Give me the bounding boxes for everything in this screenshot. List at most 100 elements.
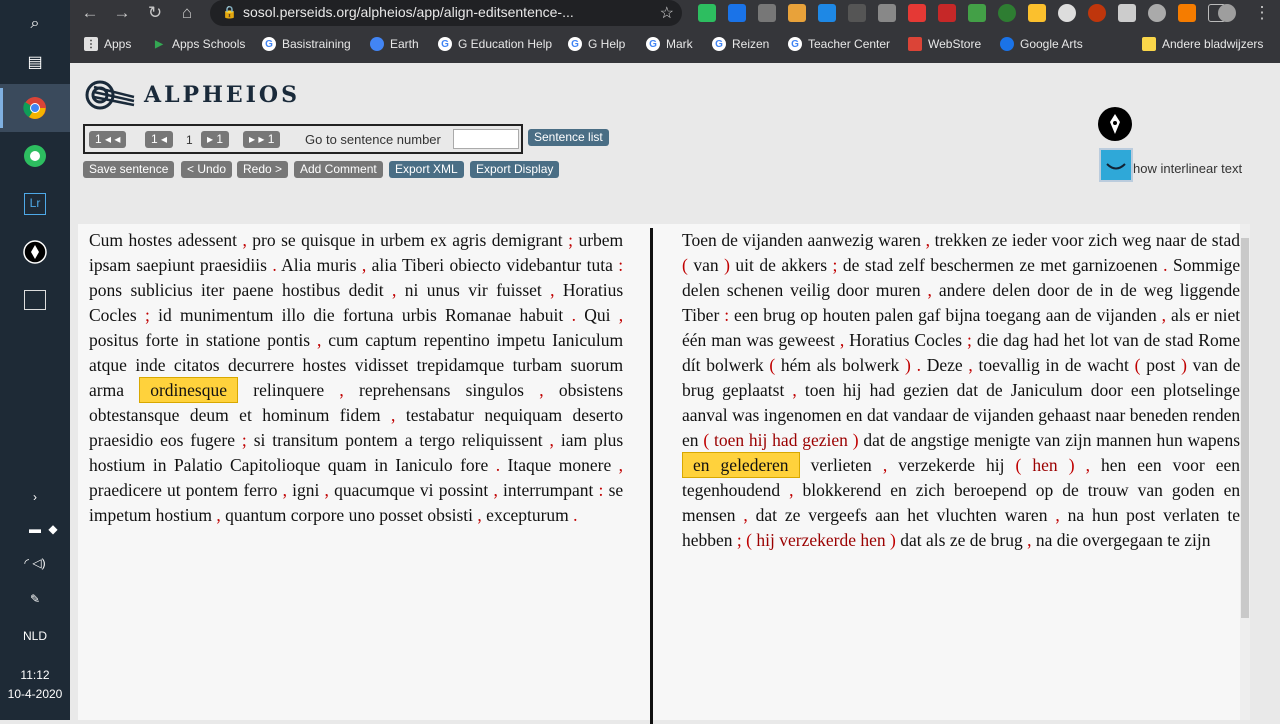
extension-icon[interactable]: [908, 4, 926, 22]
dutch-word[interactable]: waren: [1005, 505, 1048, 525]
dutch-word[interactable]: zich: [916, 480, 945, 500]
clock-time[interactable]: 11:12: [0, 668, 70, 682]
dutch-word[interactable]: stad: [1212, 230, 1240, 250]
latin-word[interactable]: Itaque: [508, 455, 552, 475]
latin-word[interactable]: ;: [242, 430, 247, 450]
dutch-word[interactable]: verlieten: [811, 455, 872, 475]
dutch-word[interactable]: ): [853, 430, 859, 450]
latin-word[interactable]: ,: [216, 505, 220, 525]
dutch-word[interactable]: .: [1163, 255, 1167, 275]
latin-word[interactable]: ,: [242, 230, 246, 250]
dutch-word[interactable]: hebben: [682, 530, 733, 550]
latin-word[interactable]: Ianiculum: [552, 330, 623, 350]
latin-word[interactable]: :: [599, 480, 604, 500]
dutch-word[interactable]: :: [724, 305, 729, 325]
clock-date[interactable]: 10-4-2020: [0, 687, 70, 701]
latin-word[interactable]: ,: [362, 255, 366, 275]
dutch-word[interactable]: na: [1036, 530, 1053, 550]
dutch-word[interactable]: Tiber: [682, 305, 719, 325]
dutch-word[interactable]: Cocles: [914, 330, 962, 350]
latin-word[interactable]: in: [361, 230, 375, 250]
latin-word[interactable]: reliquissent: [462, 430, 543, 450]
bookmark-teacher-center[interactable]: G Teacher Center: [788, 35, 890, 53]
dutch-word[interactable]: en: [846, 405, 863, 425]
dutch-word[interactable]: plotselinge: [1163, 380, 1240, 400]
dutch-word[interactable]: weg: [1144, 280, 1173, 300]
latin-word[interactable]: Horatius: [563, 280, 623, 300]
latin-word[interactable]: .: [272, 255, 276, 275]
latin-word[interactable]: ex: [430, 230, 447, 250]
bookmark-star-icon[interactable]: ☆: [660, 3, 674, 23]
dutch-word[interactable]: verzekerde: [779, 530, 856, 550]
dutch-word[interactable]: hém: [781, 355, 811, 375]
dutch-word[interactable]: mensen: [682, 505, 735, 525]
latin-word[interactable]: Alia: [281, 255, 311, 275]
redo-button[interactable]: Redo >: [237, 161, 289, 178]
latin-word[interactable]: et: [239, 405, 252, 425]
latin-word[interactable]: citatos: [174, 355, 220, 375]
prev-sentence-button[interactable]: 1 ◂: [145, 131, 174, 148]
bookmark-mark[interactable]: G Mark: [646, 35, 693, 53]
latin-word[interactable]: Palatio: [174, 455, 223, 475]
latin-word[interactable]: iam: [561, 430, 587, 450]
latin-word[interactable]: fortuna: [343, 305, 394, 325]
dutch-word[interactable]: hij: [756, 530, 774, 550]
dutch-word[interactable]: in: [1100, 280, 1114, 300]
dutch-word[interactable]: hij: [843, 380, 861, 400]
extension-icon[interactable]: [1178, 4, 1196, 22]
bookmark-reizen[interactable]: G Reizen: [712, 35, 769, 53]
dutch-word[interactable]: beroepend: [954, 480, 1027, 500]
latin-word[interactable]: captum: [365, 330, 417, 350]
latin-word[interactable]: hominum: [262, 405, 329, 425]
dutch-word[interactable]: en: [890, 480, 907, 500]
dutch-word[interactable]: er: [1195, 305, 1209, 325]
latin-word[interactable]: Cocles: [89, 305, 137, 325]
dutch-word[interactable]: voor: [1173, 455, 1205, 475]
latin-word[interactable]: praesidiis: [200, 255, 267, 275]
dutch-word[interactable]: bolwerk: [706, 355, 763, 375]
latin-word[interactable]: agris: [452, 230, 486, 250]
latin-word[interactable]: .: [572, 305, 576, 325]
latin-word[interactable]: videbantur: [506, 255, 581, 275]
scrollbar[interactable]: [1240, 224, 1250, 720]
dutch-word[interactable]: hen: [1101, 455, 1126, 475]
extension-icon[interactable]: [878, 4, 896, 22]
extension-icon[interactable]: [1058, 4, 1076, 22]
dutch-word[interactable]: post: [1126, 505, 1155, 525]
dutch-word[interactable]: de: [953, 405, 970, 425]
dutch-word[interactable]: ): [890, 530, 896, 550]
extension-icon[interactable]: [1088, 4, 1106, 22]
dutch-word[interactable]: één: [682, 330, 706, 350]
dutch-word[interactable]: toen: [714, 430, 744, 450]
bookmark-earth[interactable]: Earth: [370, 35, 419, 53]
dutch-word[interactable]: hen: [860, 530, 885, 550]
bookmark-education-help[interactable]: GG Education Help: [438, 35, 552, 53]
dutch-word[interactable]: de: [1120, 280, 1137, 300]
latin-word[interactable]: obiecto: [450, 255, 502, 275]
extension-icon[interactable]: [788, 4, 806, 22]
dutch-word[interactable]: wapens: [1188, 430, 1240, 450]
chevron-right-icon[interactable]: ›: [0, 490, 70, 504]
latin-word[interactable]: dedit: [349, 280, 384, 300]
dutch-word[interactable]: toen: [805, 380, 835, 400]
latin-word[interactable]: ,: [392, 280, 396, 300]
latin-word[interactable]: uno: [349, 505, 375, 525]
dutch-word[interactable]: de: [986, 380, 1003, 400]
pen-tool-icon[interactable]: [1098, 107, 1132, 141]
chrome-taskbar-icon[interactable]: [0, 84, 70, 132]
dutch-word[interactable]: de: [1062, 480, 1079, 500]
dutch-word[interactable]: door: [1037, 280, 1069, 300]
dutch-word[interactable]: door: [837, 280, 869, 300]
export-display-button[interactable]: Export Display: [470, 161, 560, 178]
dutch-word[interactable]: uit: [735, 255, 753, 275]
dutch-word[interactable]: liggende: [1180, 280, 1240, 300]
extension-icon[interactable]: [818, 4, 836, 22]
dutch-word[interactable]: wacht: [1087, 355, 1129, 375]
dutch-word[interactable]: ,: [928, 280, 932, 300]
save-sentence-button[interactable]: Save sentence: [83, 161, 175, 178]
latin-word[interactable]: ,: [539, 380, 543, 400]
dutch-word[interactable]: .: [917, 355, 921, 375]
latin-word[interactable]: relinquere: [253, 380, 324, 400]
dutch-word[interactable]: te: [1167, 530, 1180, 550]
dutch-word[interactable]: hij: [986, 455, 1004, 475]
